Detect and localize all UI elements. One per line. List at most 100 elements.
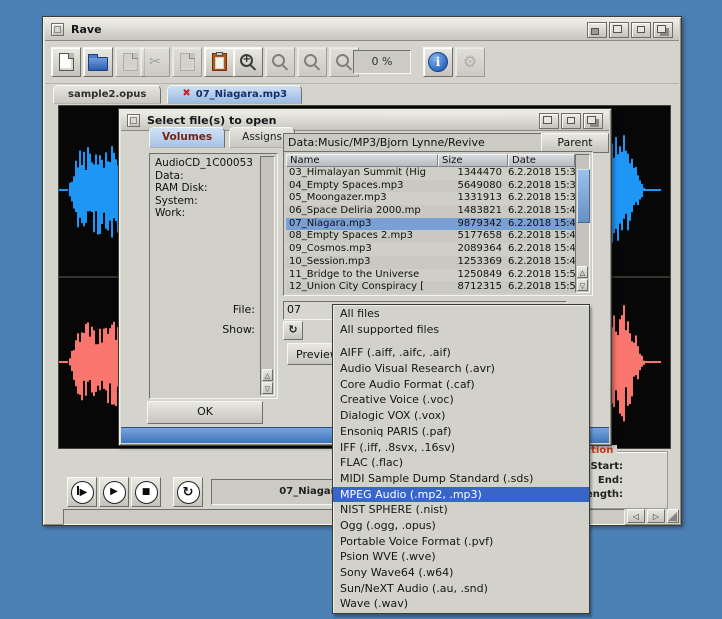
dialog-tabs: Volumes Assigns (149, 127, 295, 148)
scroll-left-button[interactable]: ◁ (627, 509, 645, 523)
volume-scroll-down-icon[interactable]: ▽ (262, 382, 273, 394)
format-option[interactable]: Ensoniq PARIS (.paf) (333, 424, 589, 440)
file-row[interactable]: 05_Moongazer.mp313319136.2.2018 15:38 (286, 192, 575, 205)
tab-volumes[interactable]: Volumes (149, 127, 225, 148)
format-option[interactable]: AIFF (.aiff, .aifc, .aif) (333, 345, 589, 361)
format-option[interactable]: Sun/NeXT Audio (.au, .snd) (333, 581, 589, 597)
show-cycle-gadget[interactable]: ↻ (283, 321, 303, 340)
file-label: File: (195, 303, 255, 316)
tab-label: sample2.opus (68, 89, 146, 100)
format-option[interactable]: Portable Voice Format (.pvf) (333, 534, 589, 550)
dialog-menu-gadget[interactable] (127, 114, 140, 127)
resize-gadget[interactable] (667, 509, 679, 523)
format-option[interactable]: All files (333, 306, 589, 322)
volume-item[interactable]: System: (153, 195, 259, 208)
file-scroll-up-icon[interactable]: △ (577, 266, 588, 278)
paste-button[interactable] (204, 47, 234, 77)
file-row[interactable]: 04_Empty Spaces.mp356490806.2.2018 15:36 (286, 180, 575, 193)
zoom-out-button-magnifier-icon (272, 54, 285, 67)
volume-item[interactable]: Work: (153, 207, 259, 220)
column-date[interactable]: Date (508, 154, 575, 167)
volume-item[interactable]: Data: (153, 170, 259, 183)
document-tab[interactable]: ✖07_Niagara.mp3 (167, 85, 302, 104)
copy-button[interactable] (172, 47, 202, 77)
file-row[interactable]: 07_Niagara.mp398793426.2.2018 15:42 (286, 218, 575, 231)
play-from-cursor-button[interactable]: ▶ (67, 477, 97, 507)
stop-button-stop-icon: ■ (142, 488, 151, 497)
file-list[interactable]: Name Size Date 03_Himalayan Summit (Hig1… (283, 151, 593, 296)
file-row[interactable]: 11_Bridge to the Universe12508496.2.2018… (286, 269, 575, 282)
file-size-cell: 1253369 (438, 256, 508, 269)
format-option[interactable]: FLAC (.flac) (333, 455, 589, 471)
format-option[interactable]: Ogg (.ogg, .opus) (333, 518, 589, 534)
format-option[interactable]: Dialogic VOX (.vox) (333, 408, 589, 424)
paste-button-clipboard-icon (212, 53, 227, 71)
file-row[interactable]: 03_Himalayan Summit (Hig13444706.2.2018 … (286, 167, 575, 180)
info-button[interactable]: i (423, 47, 453, 77)
format-option[interactable]: Psion WVE (.wve) (333, 549, 589, 565)
new-button[interactable] (51, 47, 81, 77)
format-option[interactable]: Core Audio Format (.caf) (333, 377, 589, 393)
close-tab-icon[interactable]: ✖ (182, 89, 190, 99)
zoom-gadget[interactable] (631, 22, 651, 38)
format-option[interactable]: IFF (.iff, .8svx, .16sv) (333, 440, 589, 456)
format-option[interactable]: Wave (.wav) (333, 596, 589, 612)
format-option[interactable]: Sony Wave64 (.w64) (333, 565, 589, 581)
open-button[interactable] (83, 47, 113, 77)
scroll-right-button[interactable]: ▷ (647, 509, 665, 523)
depth-gadget[interactable] (583, 113, 603, 129)
volume-list[interactable]: AudioCD_1C00053Data:RAM Disk:System:Work… (149, 153, 278, 399)
file-date-cell: 6.2.2018 15:49 (508, 256, 575, 269)
zoom-original-button-magnifier-icon (304, 54, 317, 67)
format-dropdown-list: All filesAll supported files AIFF (.aiff,… (333, 306, 589, 612)
file-list-scrollbar[interactable]: △ ▽ (575, 154, 590, 293)
file-scroll-down-icon[interactable]: ▽ (577, 279, 588, 291)
file-row[interactable]: 09_Cosmos.mp320893646.2.2018 15:47 (286, 243, 575, 256)
snapshot-gadget[interactable] (609, 22, 629, 38)
file-name-cell: 10_Session.mp3 (286, 256, 438, 269)
format-option[interactable]: Audio Visual Research (.avr) (333, 361, 589, 377)
snapshot-gadget[interactable] (539, 113, 559, 129)
column-size[interactable]: Size (438, 154, 508, 167)
cut-button[interactable]: ✂ (140, 47, 170, 77)
iconify-gadget[interactable] (587, 22, 607, 38)
file-date-cell: 6.2.2018 15:52 (508, 269, 575, 282)
column-name[interactable]: Name (286, 154, 438, 167)
file-row[interactable]: 10_Session.mp312533696.2.2018 15:49 (286, 256, 575, 269)
ok-button[interactable]: OK (147, 401, 263, 424)
zoom-in-button[interactable]: + (233, 47, 263, 77)
settings-button-gear-icon: ⚙ (463, 54, 477, 70)
file-name-cell: 05_Moongazer.mp3 (286, 192, 438, 205)
zoom-out-button[interactable] (265, 47, 295, 77)
window-menu-gadget[interactable] (51, 23, 64, 36)
format-option[interactable]: Creative Voice (.voc) (333, 392, 589, 408)
play-button[interactable]: ▶ (99, 477, 129, 507)
volume-list-scrollbar[interactable]: △ ▽ (260, 156, 275, 396)
file-row[interactable]: 06_Space Deliria 2000.mp14838216.2.2018 … (286, 205, 575, 218)
loop-button-loop-icon: ↻ (183, 486, 194, 499)
settings-button[interactable]: ⚙ (455, 47, 485, 77)
depth-gadget[interactable] (653, 22, 673, 38)
file-row[interactable]: 12_Union City Conspiracy [87123156.2.201… (286, 281, 575, 293)
format-option[interactable]: NIST SPHERE (.nist) (333, 502, 589, 518)
parent-button[interactable]: Parent (541, 133, 609, 153)
file-row[interactable]: 08_Empty Spaces 2.mp351776586.2.2018 15:… (286, 230, 575, 243)
file-size-cell: 5177658 (438, 230, 508, 243)
button-disc: ▶ (71, 481, 94, 504)
zoom-gadget[interactable] (561, 113, 581, 129)
stop-button[interactable]: ■ (131, 477, 161, 507)
format-option[interactable]: All supported files (333, 322, 589, 338)
document-tab[interactable]: sample2.opus (53, 85, 161, 104)
volume-item[interactable]: RAM Disk: (153, 182, 259, 195)
toolbar-group-edit: ✂ (140, 47, 234, 77)
main-titlebar[interactable]: Rave (45, 19, 679, 41)
format-option[interactable]: MPEG Audio (.mp2, .mp3) (333, 487, 589, 503)
file-list-scroll-thumb[interactable] (577, 169, 590, 223)
volume-scroll-up-icon[interactable]: △ (262, 369, 273, 381)
format-option[interactable]: MIDI Sample Dump Standard (.sds) (333, 471, 589, 487)
path-field[interactable]: Data:Music/MP3/Bjorn Lynne/Revive (283, 133, 543, 153)
loop-button[interactable]: ↻ (173, 477, 203, 507)
zoom-fit-button-magnifier-icon (336, 54, 349, 67)
zoom-original-button[interactable] (297, 47, 327, 77)
volume-item[interactable]: AudioCD_1C00053 (153, 157, 259, 170)
